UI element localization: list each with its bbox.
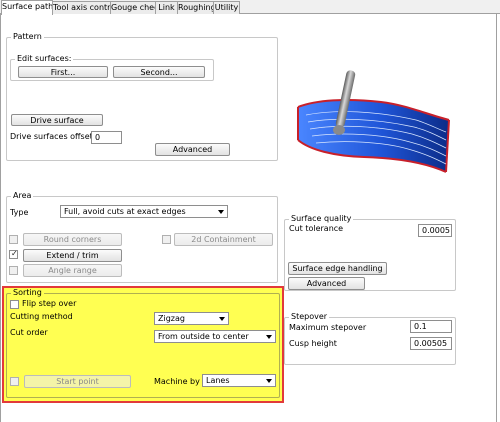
- drive-surfaces-offset-label: Drive surfaces offset: [10, 132, 93, 141]
- cut-order-select[interactable]: From outside to center: [154, 330, 276, 343]
- machine-by-select[interactable]: Lanes: [202, 374, 276, 387]
- tab-gouge-check[interactable]: Gouge check: [110, 1, 156, 14]
- surface-quality-title: Surface quality: [289, 214, 354, 223]
- first-surface-button[interactable]: First...: [18, 66, 108, 78]
- pattern-advanced-button[interactable]: Advanced: [155, 143, 230, 156]
- area-group-title: Area: [11, 191, 34, 200]
- cutting-method-label: Cutting method: [10, 312, 73, 321]
- edit-surfaces-label: Edit surfaces:: [15, 54, 74, 63]
- angle-range-button[interactable]: Angle range: [23, 264, 122, 277]
- checkmark-icon: ✓: [11, 249, 18, 258]
- round-corners-checkbox[interactable]: [9, 235, 18, 244]
- tab-utility[interactable]: Utility: [213, 1, 240, 14]
- cut-tolerance-input[interactable]: 0.0005: [418, 224, 452, 237]
- sorting-group: Sorting Flip step over Cutting method Zi…: [2, 286, 284, 403]
- cusp-height-label: Cusp height: [289, 339, 337, 348]
- cutting-method-select[interactable]: Zigzag: [154, 312, 229, 325]
- cut-tolerance-label: Cut tolerance: [289, 224, 344, 233]
- flip-step-over-label: Flip step over: [22, 299, 77, 308]
- cut-order-value: From outside to center: [158, 332, 249, 341]
- start-point-checkbox[interactable]: [10, 377, 19, 386]
- pattern-group-title: Pattern: [11, 32, 44, 41]
- surface-quality-advanced-button[interactable]: Advanced: [288, 277, 365, 290]
- area-type-select[interactable]: Full, avoid cuts at exact edges: [60, 205, 228, 218]
- maximum-stepover-input[interactable]: 0.1: [410, 320, 452, 333]
- surface-edge-handling-button[interactable]: Surface edge handling: [288, 262, 387, 275]
- machine-by-value: Lanes: [206, 376, 230, 385]
- chevron-down-icon: [219, 317, 225, 321]
- area-type-label: Type: [10, 208, 29, 217]
- round-corners-button[interactable]: Round corners: [23, 233, 122, 246]
- stepover-group-title: Stepover: [289, 312, 330, 321]
- cutting-method-value: Zigzag: [158, 314, 185, 323]
- containment-2d-button[interactable]: 2d Containment: [174, 233, 273, 246]
- cut-order-label: Cut order: [10, 328, 48, 337]
- chevron-down-icon: [266, 379, 272, 383]
- tab-surface-paths[interactable]: Surface paths: [1, 0, 53, 15]
- tab-roughing[interactable]: Roughing: [177, 1, 214, 14]
- surface-preview-image: [297, 70, 450, 173]
- extend-trim-checkbox[interactable]: ✓: [9, 249, 18, 259]
- machine-by-label: Machine by: [154, 377, 200, 386]
- extend-trim-button[interactable]: Extend / trim: [23, 249, 122, 262]
- area-type-value: Full, avoid cuts at exact edges: [64, 207, 186, 216]
- tab-link[interactable]: Link: [155, 1, 178, 14]
- angle-range-checkbox[interactable]: [9, 266, 18, 275]
- tab-bar: Surface paths Tool axis control Gouge ch…: [0, 0, 500, 15]
- cusp-height-input[interactable]: 0.00505: [410, 337, 452, 350]
- tab-tool-axis-control[interactable]: Tool axis control: [52, 1, 111, 14]
- second-surface-button[interactable]: Second...: [113, 66, 205, 78]
- containment-2d-checkbox[interactable]: [162, 235, 171, 244]
- chevron-down-icon: [218, 210, 224, 214]
- flip-step-over-checkbox[interactable]: [10, 300, 19, 309]
- drive-surface-button[interactable]: Drive surface: [11, 114, 103, 126]
- start-point-button[interactable]: Start point: [24, 375, 131, 388]
- sorting-group-title: Sorting: [11, 288, 44, 297]
- chevron-down-icon: [266, 335, 272, 339]
- drive-surfaces-offset-input[interactable]: 0: [91, 131, 122, 144]
- maximum-stepover-label: Maximum stepover: [289, 323, 367, 332]
